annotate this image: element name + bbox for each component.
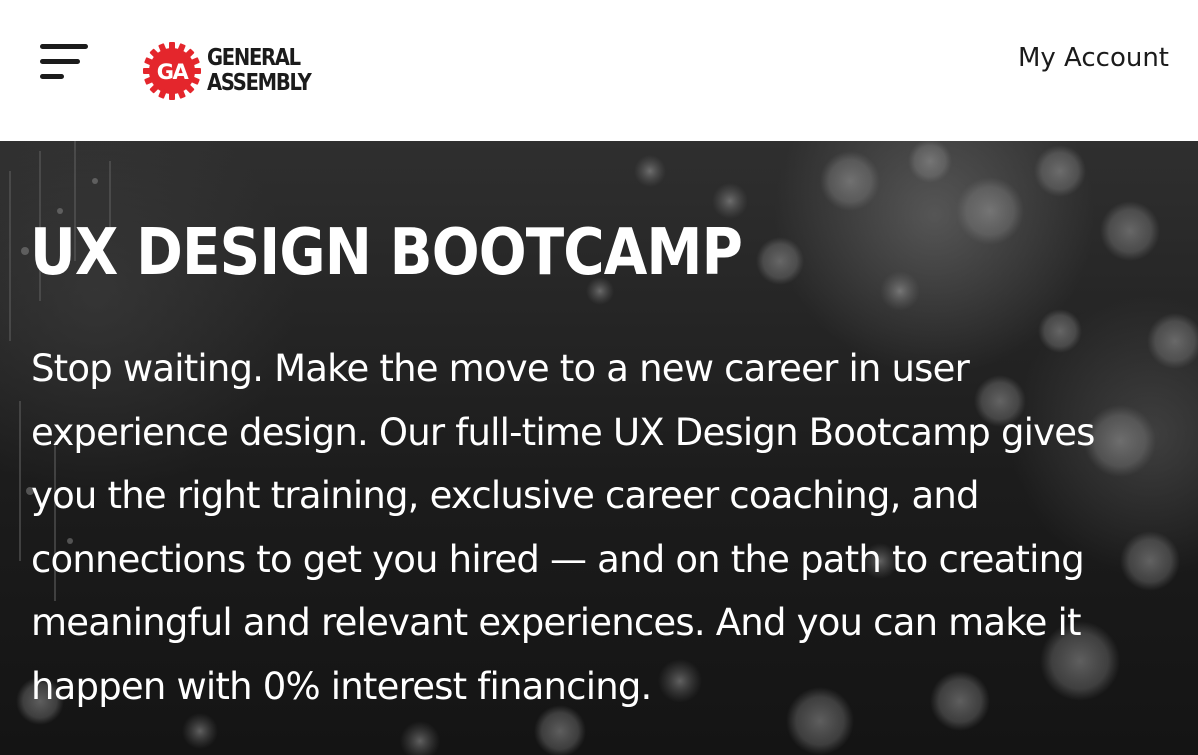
my-account-link[interactable]: My Account (1018, 40, 1169, 76)
hamburger-menu-icon[interactable] (40, 42, 88, 82)
menu-line (40, 44, 88, 49)
logo-line-assembly: ASSEMBLY (207, 70, 312, 96)
logo-wordmark: GENERAL ASSEMBLY (207, 45, 312, 96)
menu-line (40, 59, 80, 64)
ga-badge-text: GA (157, 60, 190, 84)
page-title: UX DESIGN BOOTCAMP (30, 216, 743, 290)
ga-badge-icon: GA (143, 42, 201, 100)
logo-line-general: GENERAL (207, 45, 301, 71)
hero-description: Stop waiting. Make the move to a new car… (31, 347, 1095, 708)
page: GA GENERAL ASSEMBLY My Account UX DESIGN… (0, 0, 1198, 755)
menu-line (40, 74, 64, 79)
hero-section: UX DESIGN BOOTCAMP Stop waiting. Make th… (0, 141, 1198, 755)
site-header: GA GENERAL ASSEMBLY My Account (0, 0, 1198, 141)
general-assembly-logo[interactable]: GA GENERAL ASSEMBLY (143, 42, 329, 100)
